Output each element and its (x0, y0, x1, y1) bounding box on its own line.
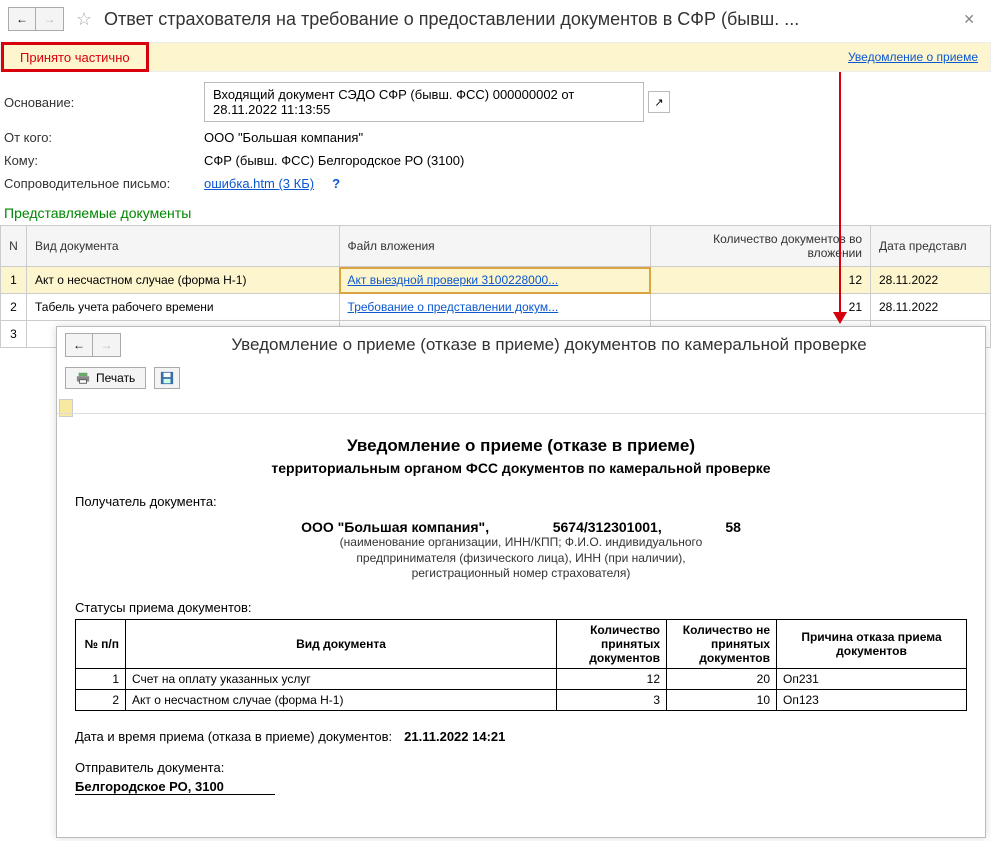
window-title: Ответ страхователя на требование о предо… (104, 9, 955, 30)
file-link[interactable]: Требование о представлении докум... (348, 300, 559, 314)
file-link[interactable]: Акт выездной проверки 3100228000... (348, 273, 559, 287)
floppy-disk-icon (160, 371, 174, 385)
table-row[interactable]: 1 Акт о несчастном случае (форма Н-1) Ак… (1, 267, 991, 294)
notification-modal: ← → Уведомление о приеме (отказе в прием… (56, 326, 986, 838)
documents-section-title: Представляемые документы (0, 199, 991, 225)
col-date: Дата представл (871, 226, 991, 267)
annotation-arrow-icon (839, 72, 841, 322)
cover-letter-label: Сопроводительное письмо: (4, 176, 204, 191)
status-badge: Принято частично (1, 42, 149, 72)
save-button[interactable] (154, 367, 180, 389)
receiver-label: Получатель документа: (75, 494, 967, 509)
modal-nav-forward-button[interactable]: → (93, 333, 121, 357)
to-label: Кому: (4, 153, 204, 168)
status-row: 2 Акт о несчастном случае (форма Н-1) 3 … (76, 689, 967, 710)
status-bar: Принято частично Уведомление о приеме (0, 42, 991, 72)
print-button[interactable]: Печать (65, 367, 146, 389)
from-value: ООО "Большая компания" (204, 130, 363, 145)
modal-nav-back-button[interactable]: ← (65, 333, 93, 357)
basis-label: Основание: (4, 95, 204, 110)
printer-icon (76, 371, 90, 385)
modal-title: Уведомление о приеме (отказе в приеме) д… (121, 335, 977, 355)
sender-label: Отправитель документа: (75, 760, 967, 775)
col-file: Файл вложения (339, 226, 650, 267)
org-line: ООО "Большая компания", 5674/312301001, … (75, 519, 967, 535)
status-table-heading: Статусы приема документов: (75, 600, 967, 615)
col-count: Количество документов во вложении (651, 226, 871, 267)
cover-letter-link[interactable]: ошибка.htm (3 КБ) (204, 176, 314, 191)
window-topbar: ← → ☆ Ответ страхователя на требование о… (0, 0, 991, 38)
col-n: N (1, 226, 27, 267)
nav-forward-button[interactable]: → (36, 7, 64, 31)
from-label: От кого: (4, 130, 204, 145)
to-value: СФР (бывш. ФСС) Белгородское РО (3100) (204, 153, 464, 168)
datetime-label: Дата и время приема (отказа в приеме) до… (75, 729, 392, 744)
org-note: предпринимателя (физического лица), ИНН … (75, 551, 967, 567)
basis-value: Входящий документ СЭДО СФР (бывш. ФСС) 0… (213, 87, 635, 117)
doc-heading: Уведомление о приеме (отказе в приеме) (75, 436, 967, 456)
favorite-star-icon[interactable]: ☆ (72, 7, 96, 31)
sender-value: Белгородское РО, 3100 (75, 779, 275, 795)
org-note: (наименование организации, ИНН/КПП; Ф.И.… (75, 535, 967, 551)
open-basis-button[interactable]: ↗ (648, 91, 670, 113)
help-icon[interactable]: ? (332, 176, 340, 191)
basis-field[interactable]: Входящий документ СЭДО СФР (бывш. ФСС) 0… (204, 82, 644, 122)
close-button[interactable]: ✕ (955, 7, 983, 32)
doc-subheading: территориальным органом ФСС документов п… (75, 460, 967, 476)
notification-link[interactable]: Уведомление о приеме (848, 50, 978, 64)
status-table: № п/п Вид документа Количество принятых … (75, 619, 967, 711)
col-type: Вид документа (27, 226, 340, 267)
datetime-value: 21.11.2022 14:21 (404, 729, 505, 744)
nav-back-button[interactable]: ← (8, 7, 36, 31)
status-row: 1 Счет на оплату указанных услуг 12 20 О… (76, 668, 967, 689)
info-block: Основание: Входящий документ СЭДО СФР (б… (0, 82, 991, 191)
org-note: регистрационный номер страхователя) (75, 566, 967, 582)
document-body: Уведомление о приеме (отказе в приеме) т… (57, 413, 985, 805)
